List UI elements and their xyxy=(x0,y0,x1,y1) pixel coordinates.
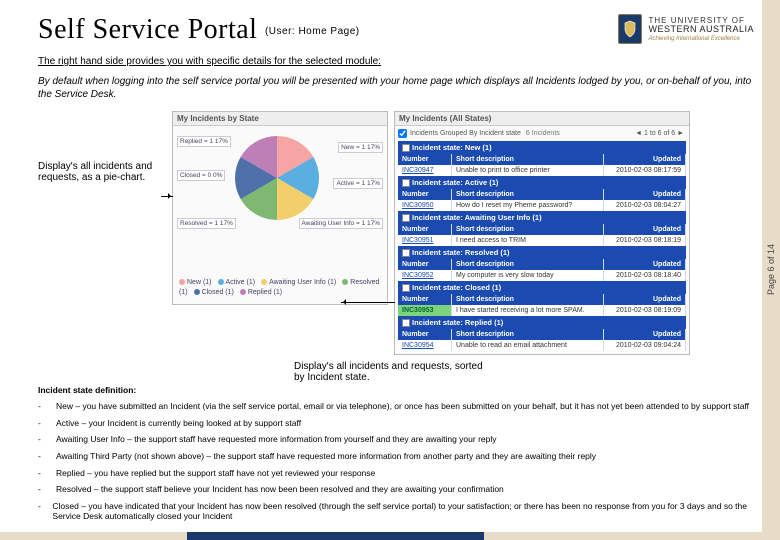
university-logo-block: THE UNIVERSITY OF WESTERN AUSTRALIA Achi… xyxy=(618,14,754,44)
uwa-text: THE UNIVERSITY OF WESTERN AUSTRALIA Achi… xyxy=(648,17,754,42)
page-title: Self Service Portal (User: Home Page) xyxy=(38,14,360,46)
uwa-line2: WESTERN AUSTRALIA xyxy=(648,25,754,34)
definition-item: -Awaiting Third Party (not shown above) … xyxy=(38,451,754,462)
state-header[interactable]: Incident state: Closed (1) xyxy=(398,281,686,294)
panel-left-title: My Incidents by State xyxy=(173,112,387,126)
definition-item: -Active – your Incident is currently bei… xyxy=(38,418,754,429)
legend-item: Replied (1) xyxy=(240,289,282,296)
grouped-count: 6 Incidents xyxy=(526,130,560,137)
figure-row: Display's all incidents and requests, as… xyxy=(38,111,754,355)
grouped-text: Incidents Grouped By Incident state xyxy=(410,130,521,137)
pie-label-new: New = 1 17% xyxy=(338,142,383,153)
pie-label-replied: Replied = 1 17% xyxy=(177,136,231,147)
panel-right-title: My Incidents (All States) xyxy=(395,112,689,126)
table-row[interactable]: INC30953I have started receiving a lot m… xyxy=(398,305,686,316)
column-header-row: NumberShort descriptionUpdated xyxy=(398,189,686,200)
bottom-stripe xyxy=(0,532,780,540)
pager-text: 1 to 6 of 6 xyxy=(644,130,675,137)
uwa-line3: Achieving International Excellence xyxy=(648,36,754,42)
pie-label-awaiting: Awaiting User Info = 1 17% xyxy=(299,218,383,229)
definitions-list: -New – you have submitted an Incident (v… xyxy=(38,401,754,522)
legend-item: Active (1) xyxy=(218,279,256,286)
legend-item: Closed (1) xyxy=(194,289,234,296)
definition-item: -New – you have submitted an Incident (v… xyxy=(38,401,754,412)
definition-item: -Replied – you have replied but the supp… xyxy=(38,468,754,479)
state-header[interactable]: Incident state: Awaiting User Info (1) xyxy=(398,211,686,224)
page-counter: Page 6 of 14 xyxy=(766,244,776,295)
callout-list: Display's all incidents and requests, so… xyxy=(294,361,484,383)
arrow-to-pie xyxy=(161,196,173,197)
table-row[interactable]: INC30950How do I reset my Pheme password… xyxy=(398,200,686,211)
definition-item: -Closed – you have indicated that your I… xyxy=(38,501,754,522)
pie-label-resolved: Resolved = 1 17% xyxy=(177,218,236,229)
pie-legend: New (1) Active (1) Awaiting User Info (1) R… xyxy=(173,274,387,304)
panel-my-incidents: My Incidents (All States) Incidents Grou… xyxy=(394,111,690,355)
column-header-row: NumberShort descriptionUpdated xyxy=(398,224,686,235)
grouped-bar: Incidents Grouped By Incident state 6 In… xyxy=(398,129,686,138)
state-header[interactable]: Incident state: Resolved (1) xyxy=(398,246,686,259)
column-header-row: NumberShort descriptionUpdated xyxy=(398,294,686,305)
pie-label-active: Active = 1 17% xyxy=(333,178,383,189)
definition-item: -Resolved – the support staff believe yo… xyxy=(38,484,754,495)
side-page-stripe: Page 6 of 14 xyxy=(762,0,780,540)
definition-item: -Awaiting User Info – the support staff … xyxy=(38,434,754,445)
panel-incidents-by-state: My Incidents by State Replied = 1 17% Cl… xyxy=(172,111,388,305)
column-header-row: NumberShort descriptionUpdated xyxy=(398,329,686,340)
states-container: Incident state: New (1)NumberShort descr… xyxy=(398,141,686,351)
legend-item: Awaiting User Info (1) xyxy=(261,279,336,286)
callout-pie: Display's all incidents and requests, as… xyxy=(38,161,166,183)
title-main: Self Service Portal xyxy=(38,14,257,45)
table-row[interactable]: INC30954Unable to read an email attachme… xyxy=(398,340,686,351)
page-content: Self Service Portal (User: Home Page) TH… xyxy=(0,0,780,526)
table-row[interactable]: INC30947Unable to print to office printe… xyxy=(398,165,686,176)
column-header-row: NumberShort descriptionUpdated xyxy=(398,154,686,165)
pager: ◄ 1 to 6 of 6 ► xyxy=(633,130,686,137)
table-row[interactable]: INC30952My computer is very slow today20… xyxy=(398,270,686,281)
pie-label-closed: Closed = 0 0% xyxy=(177,170,225,181)
state-header[interactable]: Incident state: New (1) xyxy=(398,141,686,154)
intro-italic: By default when logging into the self se… xyxy=(38,75,754,101)
state-header[interactable]: Incident state: Active (1) xyxy=(398,176,686,189)
header: Self Service Portal (User: Home Page) TH… xyxy=(38,14,754,46)
legend-item: New (1) xyxy=(179,279,212,286)
state-header[interactable]: Incident state: Replied (1) xyxy=(398,316,686,329)
table-row[interactable]: INC30951I need access to TRIM2010-02-03 … xyxy=(398,235,686,246)
column-header-row: NumberShort descriptionUpdated xyxy=(398,259,686,270)
pie-chart: Replied = 1 17% Closed = 0 0% Resolved =… xyxy=(173,126,387,274)
uwa-crest-icon xyxy=(618,14,642,44)
title-sub: (User: Home Page) xyxy=(265,26,360,37)
defs-title: Incident state definition: xyxy=(38,385,754,395)
intro-underlined: The right hand side provides you with sp… xyxy=(38,56,754,67)
group-checkbox[interactable] xyxy=(398,129,407,138)
arrow-to-list xyxy=(341,302,395,303)
